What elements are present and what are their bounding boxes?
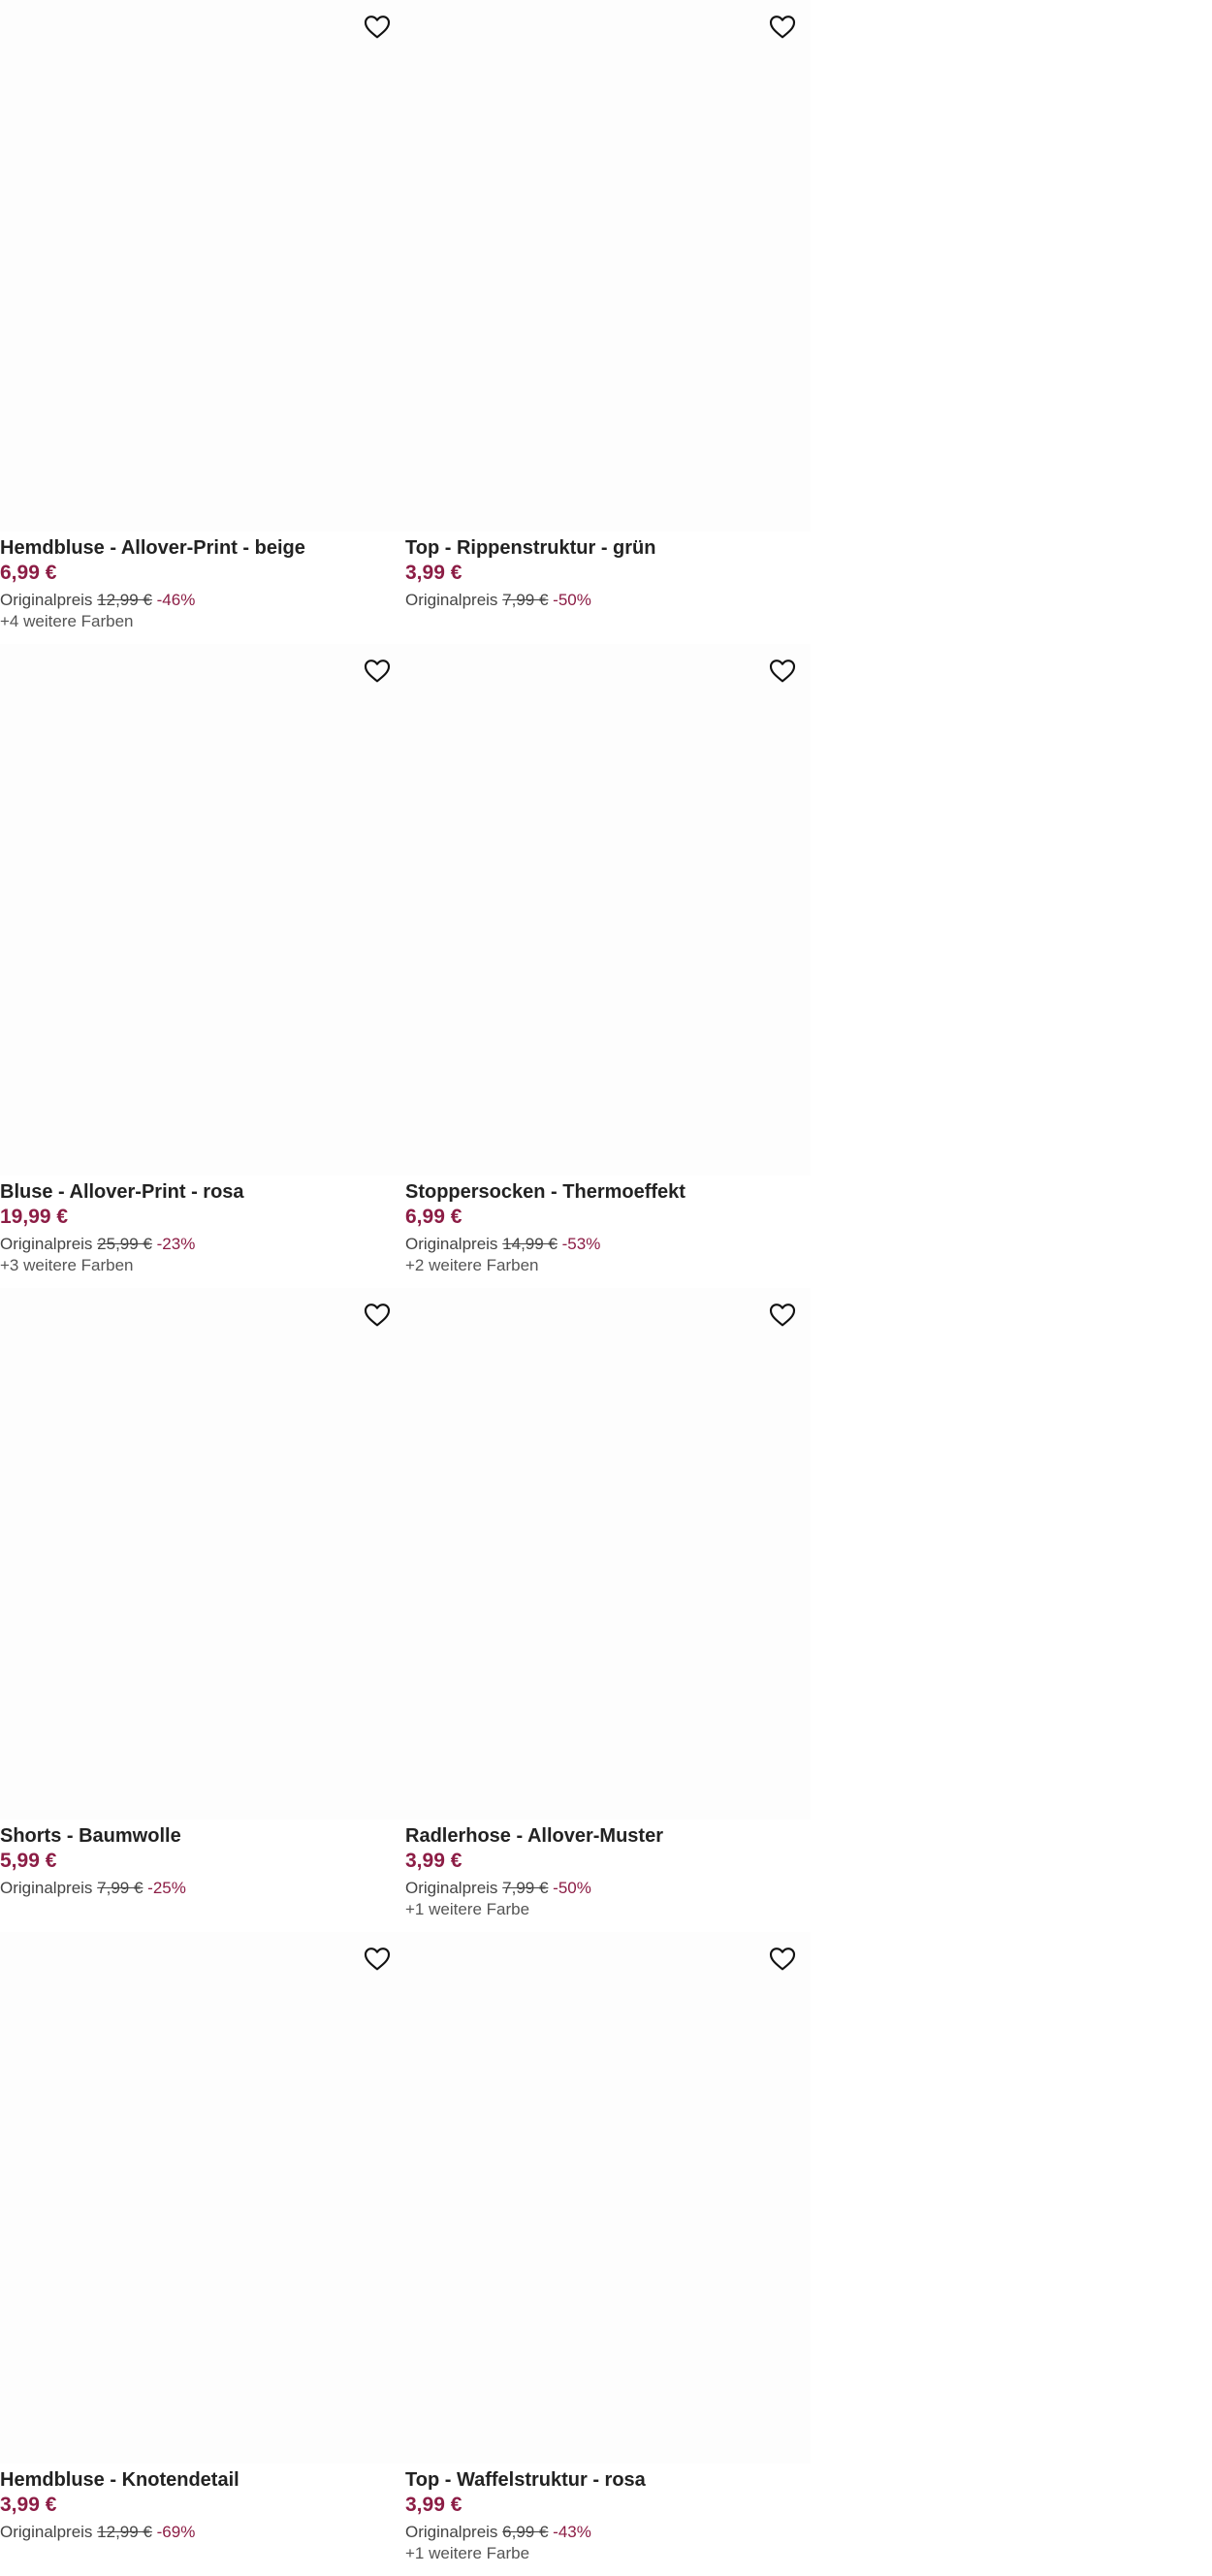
product-image[interactable] bbox=[405, 0, 811, 531]
product-title[interactable]: Hemdbluse - Knotendetail bbox=[0, 2467, 405, 2493]
discount-badge: -25% bbox=[147, 1879, 186, 1897]
product-info: Hemdbluse - Knotendetail 3,99 € Original… bbox=[0, 2467, 405, 2543]
product-grid: Hemdbluse - Allover-Print - beige 6,99 €… bbox=[0, 0, 811, 2576]
original-price-line: Originalpreis 12,99 € -69% bbox=[0, 2522, 405, 2543]
product-info: Stoppersocken - Thermoeffekt 6,99 € Orig… bbox=[405, 1179, 811, 1276]
product-info: Top - Rippenstruktur - grün 3,99 € Origi… bbox=[405, 535, 811, 611]
product-image[interactable] bbox=[0, 1932, 405, 2463]
product-row: Hemdbluse - Knotendetail 3,99 € Original… bbox=[0, 1932, 811, 2576]
discount-badge: -23% bbox=[156, 1235, 196, 1253]
product-card[interactable]: Top - Rippenstruktur - grün 3,99 € Origi… bbox=[405, 0, 811, 644]
heart-outline-icon bbox=[769, 1304, 796, 1327]
product-title[interactable]: Top - Rippenstruktur - grün bbox=[405, 535, 811, 561]
product-card[interactable]: Radlerhose - Allover-Muster 3,99 € Origi… bbox=[405, 1288, 811, 1932]
product-card[interactable]: Bluse - Allover-Print - rosa 19,99 € Ori… bbox=[0, 644, 405, 1288]
discount-badge: -50% bbox=[553, 591, 591, 609]
original-price-line: Originalpreis 14,99 € -53% bbox=[405, 1234, 811, 1255]
discount-badge: -46% bbox=[156, 591, 196, 609]
product-card[interactable]: Stoppersocken - Thermoeffekt 6,99 € Orig… bbox=[405, 644, 811, 1288]
heart-outline-icon bbox=[364, 660, 391, 683]
product-title[interactable]: Top - Waffelstruktur - rosa bbox=[405, 2467, 811, 2493]
discount-badge: -50% bbox=[553, 1879, 591, 1897]
product-price: 6,99 € bbox=[0, 562, 57, 584]
product-image[interactable] bbox=[0, 1288, 405, 1819]
original-price: 14,99 € bbox=[502, 1235, 558, 1253]
original-price-line: Originalpreis 6,99 € -43% bbox=[405, 2522, 811, 2543]
product-price: 5,99 € bbox=[0, 1850, 57, 1872]
original-price: 7,99 € bbox=[502, 1879, 549, 1897]
original-price-label: Originalpreis bbox=[405, 1235, 498, 1253]
original-price-line: Originalpreis 25,99 € -23% bbox=[0, 1234, 405, 1255]
wishlist-button[interactable] bbox=[361, 1298, 394, 1331]
product-price: 6,99 € bbox=[405, 1206, 462, 1228]
heart-outline-icon bbox=[364, 1948, 391, 1971]
product-card[interactable]: Shorts - Baumwolle 5,99 € Originalpreis … bbox=[0, 1288, 405, 1932]
more-colors[interactable]: +1 weitere Farbe bbox=[405, 1899, 811, 1920]
original-price-label: Originalpreis bbox=[0, 1879, 93, 1897]
more-colors[interactable]: +4 weitere Farben bbox=[0, 611, 405, 632]
product-info: Shorts - Baumwolle 5,99 € Originalpreis … bbox=[0, 1823, 405, 1899]
original-price-line: Originalpreis 7,99 € -50% bbox=[405, 590, 811, 611]
product-image[interactable] bbox=[405, 1288, 811, 1819]
product-price: 3,99 € bbox=[0, 2494, 57, 2516]
wishlist-button[interactable] bbox=[766, 10, 799, 43]
product-row: Shorts - Baumwolle 5,99 € Originalpreis … bbox=[0, 1288, 811, 1932]
product-title[interactable]: Shorts - Baumwolle bbox=[0, 1823, 405, 1849]
product-image[interactable] bbox=[0, 0, 405, 531]
original-price: 12,99 € bbox=[97, 591, 152, 609]
original-price: 25,99 € bbox=[97, 1235, 152, 1253]
original-price-line: Originalpreis 7,99 € -50% bbox=[405, 1878, 811, 1899]
product-info: Bluse - Allover-Print - rosa 19,99 € Ori… bbox=[0, 1179, 405, 1276]
product-title[interactable]: Bluse - Allover-Print - rosa bbox=[0, 1179, 405, 1205]
original-price: 6,99 € bbox=[502, 2523, 549, 2541]
discount-badge: -69% bbox=[156, 2523, 196, 2541]
product-title[interactable]: Radlerhose - Allover-Muster bbox=[405, 1823, 811, 1849]
original-price-line: Originalpreis 12,99 € -46% bbox=[0, 590, 405, 611]
wishlist-button[interactable] bbox=[766, 1298, 799, 1331]
original-price: 7,99 € bbox=[97, 1879, 144, 1897]
heart-outline-icon bbox=[364, 1304, 391, 1327]
more-colors[interactable]: +1 weitere Farbe bbox=[405, 2543, 811, 2564]
wishlist-button[interactable] bbox=[766, 1942, 799, 1975]
discount-badge: -53% bbox=[561, 1235, 601, 1253]
original-price-label: Originalpreis bbox=[0, 591, 93, 609]
original-price-line: Originalpreis 7,99 € -25% bbox=[0, 1878, 405, 1899]
wishlist-button[interactable] bbox=[361, 654, 394, 687]
product-price: 3,99 € bbox=[405, 2494, 462, 2516]
product-info: Top - Waffelstruktur - rosa 3,99 € Origi… bbox=[405, 2467, 811, 2564]
heart-outline-icon bbox=[769, 1948, 796, 1971]
product-title[interactable]: Hemdbluse - Allover-Print - beige bbox=[0, 535, 405, 561]
product-price: 3,99 € bbox=[405, 1850, 462, 1872]
product-price: 3,99 € bbox=[405, 562, 462, 584]
product-title[interactable]: Stoppersocken - Thermoeffekt bbox=[405, 1179, 811, 1205]
product-info: Radlerhose - Allover-Muster 3,99 € Origi… bbox=[405, 1823, 811, 1920]
product-info: Hemdbluse - Allover-Print - beige 6,99 €… bbox=[0, 535, 405, 632]
discount-badge: -43% bbox=[553, 2523, 591, 2541]
wishlist-button[interactable] bbox=[766, 654, 799, 687]
original-price-label: Originalpreis bbox=[405, 2523, 498, 2541]
heart-outline-icon bbox=[769, 660, 796, 683]
original-price: 12,99 € bbox=[97, 2523, 152, 2541]
product-image[interactable] bbox=[405, 1932, 811, 2463]
original-price-label: Originalpreis bbox=[405, 591, 498, 609]
original-price: 7,99 € bbox=[502, 591, 549, 609]
heart-outline-icon bbox=[769, 16, 796, 39]
product-price: 19,99 € bbox=[0, 1206, 69, 1228]
product-card[interactable]: Top - Waffelstruktur - rosa 3,99 € Origi… bbox=[405, 1932, 811, 2576]
more-colors[interactable]: +3 weitere Farben bbox=[0, 1255, 405, 1276]
product-image[interactable] bbox=[0, 644, 405, 1175]
wishlist-button[interactable] bbox=[361, 10, 394, 43]
original-price-label: Originalpreis bbox=[0, 2523, 93, 2541]
heart-outline-icon bbox=[364, 16, 391, 39]
product-row: Hemdbluse - Allover-Print - beige 6,99 €… bbox=[0, 0, 811, 644]
product-row: Bluse - Allover-Print - rosa 19,99 € Ori… bbox=[0, 644, 811, 1288]
product-card[interactable]: Hemdbluse - Allover-Print - beige 6,99 €… bbox=[0, 0, 405, 644]
product-image[interactable] bbox=[405, 644, 811, 1175]
original-price-label: Originalpreis bbox=[0, 1235, 93, 1253]
more-colors[interactable]: +2 weitere Farben bbox=[405, 1255, 811, 1276]
original-price-label: Originalpreis bbox=[405, 1879, 498, 1897]
wishlist-button[interactable] bbox=[361, 1942, 394, 1975]
product-card[interactable]: Hemdbluse - Knotendetail 3,99 € Original… bbox=[0, 1932, 405, 2576]
